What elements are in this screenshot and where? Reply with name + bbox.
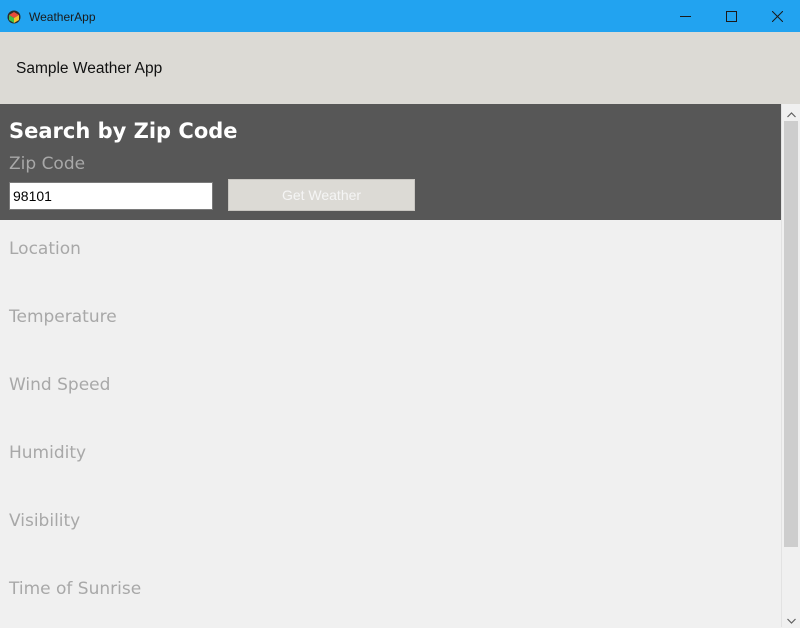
app-header: Sample Weather App xyxy=(0,32,800,104)
temperature-label: Temperature xyxy=(9,307,117,327)
results-area: Location Temperature Wind Speed Humidity… xyxy=(0,220,781,627)
minimize-icon xyxy=(679,11,691,22)
app-logo-icon xyxy=(7,9,21,24)
app-header-title: Sample Weather App xyxy=(16,60,163,77)
window-titlebar[interactable]: WeatherApp xyxy=(0,0,800,32)
chevron-down-icon xyxy=(786,609,796,628)
window-title: WeatherApp xyxy=(29,10,96,24)
zip-code-input[interactable] xyxy=(9,182,213,210)
minimize-button[interactable] xyxy=(662,0,708,32)
sunrise-time-label: Time of Sunrise xyxy=(9,579,142,599)
location-label: Location xyxy=(9,239,81,259)
close-button[interactable] xyxy=(754,0,800,32)
scrollbar-thumb[interactable] xyxy=(784,121,798,547)
close-icon xyxy=(771,10,783,22)
get-weather-button[interactable]: Get Weather xyxy=(228,179,415,211)
maximize-button[interactable] xyxy=(708,0,754,32)
zip-code-label: Zip Code xyxy=(9,154,86,174)
vertical-scrollbar[interactable] xyxy=(781,104,800,627)
humidity-label: Humidity xyxy=(9,443,87,463)
search-heading: Search by Zip Code xyxy=(9,119,238,143)
scroll-down-button[interactable] xyxy=(782,610,800,627)
wind-speed-label: Wind Speed xyxy=(9,375,111,395)
search-panel: Search by Zip Code Zip Code Get Weather xyxy=(0,104,781,220)
scroll-up-button[interactable] xyxy=(782,104,800,121)
maximize-icon xyxy=(725,10,737,22)
visibility-label: Visibility xyxy=(9,511,81,531)
chevron-up-icon xyxy=(786,103,796,122)
